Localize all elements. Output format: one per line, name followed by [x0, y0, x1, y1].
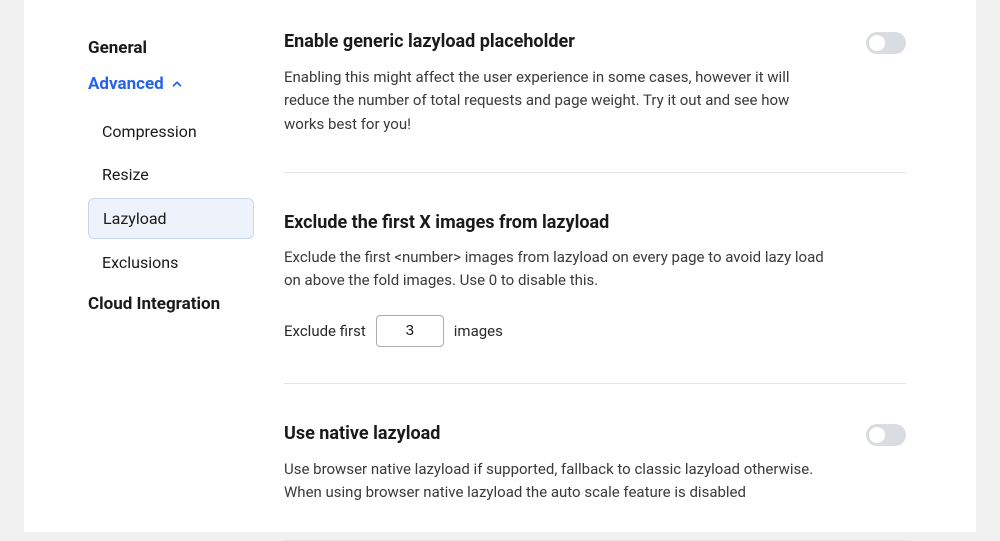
section-description: Use browser native lazyload if supported… — [284, 458, 824, 505]
exclude-count-input[interactable] — [376, 315, 444, 347]
section-header: Exclude the first X images from lazyload — [284, 211, 906, 234]
section-title: Exclude the first X images from lazyload — [284, 211, 609, 234]
section-title: Enable generic lazyload placeholder — [284, 30, 575, 53]
exclude-input-row: Exclude first images — [284, 315, 906, 347]
subnav-item-lazyload[interactable]: Lazyload — [88, 198, 254, 239]
toggle-knob — [869, 427, 885, 443]
chevron-up-icon — [170, 77, 184, 91]
nav-item-cloud-integration[interactable]: Cloud Integration — [84, 286, 254, 322]
nav-item-advanced[interactable]: Advanced — [84, 66, 254, 102]
exclude-suffix-label: images — [454, 322, 503, 340]
content: Enable generic lazyload placeholder Enab… — [254, 20, 976, 532]
subnav: Compression Resize Lazyload Exclusions — [88, 112, 254, 282]
subnav-item-exclusions[interactable]: Exclusions — [88, 243, 254, 282]
nav-item-advanced-label: Advanced — [88, 74, 164, 94]
settings-panel: General Advanced Compression Resize Lazy… — [24, 0, 976, 532]
section-native-lazyload: Use native lazyload Use browser native l… — [284, 422, 906, 541]
subnav-item-resize[interactable]: Resize — [88, 155, 254, 194]
section-description: Enabling this might affect the user expe… — [284, 66, 824, 136]
toggle-generic-lazyload[interactable] — [866, 32, 906, 54]
toggle-knob — [869, 35, 885, 51]
section-header: Use native lazyload — [284, 422, 906, 446]
toggle-native-lazyload[interactable] — [866, 424, 906, 446]
exclude-prefix-label: Exclude first — [284, 322, 366, 340]
section-exclude-images: Exclude the first X images from lazyload… — [284, 211, 906, 384]
section-header: Enable generic lazyload placeholder — [284, 30, 906, 54]
section-title: Use native lazyload — [284, 422, 440, 445]
section-description: Exclude the first <number> images from l… — [284, 246, 824, 293]
sidebar: General Advanced Compression Resize Lazy… — [24, 20, 254, 532]
nav-item-general[interactable]: General — [84, 30, 254, 66]
section-generic-lazyload: Enable generic lazyload placeholder Enab… — [284, 30, 906, 173]
subnav-item-compression[interactable]: Compression — [88, 112, 254, 151]
